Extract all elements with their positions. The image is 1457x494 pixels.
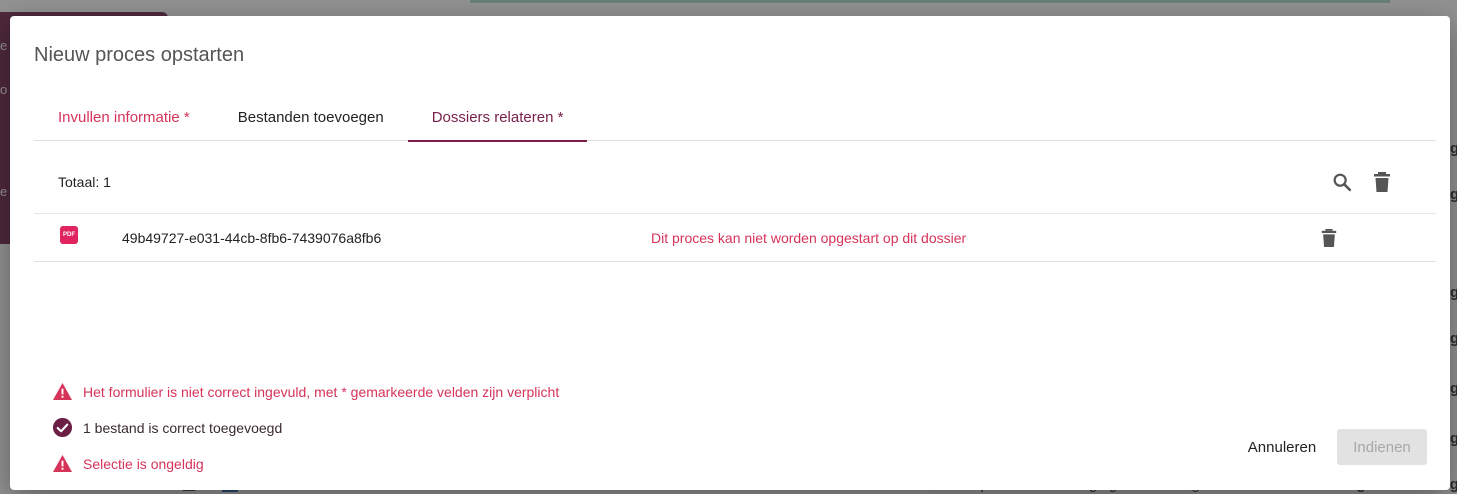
delete-all-button[interactable] <box>1368 168 1396 196</box>
warning-icon <box>53 454 72 473</box>
dossier-id: 49b49727-e031-44cb-8fb6-7439076a8fb6 <box>122 230 382 246</box>
table-row[interactable]: PDF 49b49727-e031-44cb-8fb6-7439076a8fb6… <box>34 214 1436 262</box>
pdf-file-icon: PDF <box>60 226 78 244</box>
check-circle-icon <box>52 417 73 438</box>
dossier-list-header: Totaal: 1 <box>34 142 1436 214</box>
new-process-dialog: Nieuw proces opstarten Invullen informat… <box>10 16 1450 490</box>
total-count: Totaal: 1 <box>58 174 111 190</box>
dossier-error-message: Dit proces kan niet worden opgestart op … <box>651 230 967 246</box>
status-file-added: 1 bestand is correct toegevoegd <box>52 417 282 438</box>
trash-icon <box>1321 229 1337 247</box>
warning-icon <box>53 382 72 401</box>
search-icon <box>1333 173 1352 192</box>
submit-button[interactable]: Indienen <box>1337 429 1427 465</box>
dialog-title: Nieuw proces opstarten <box>34 44 245 66</box>
tab-invullen-informatie[interactable]: Invullen informatie * <box>34 94 214 141</box>
status-selection-invalid: Selectie is ongeldig <box>52 454 204 473</box>
cancel-button[interactable]: Annuleren <box>1232 429 1332 465</box>
status-form-invalid: Het formulier is niet correct ingevuld, … <box>52 382 559 401</box>
tab-dossiers-relateren[interactable]: Dossiers relateren * <box>407 94 588 142</box>
search-button[interactable] <box>1328 168 1356 196</box>
trash-icon <box>1374 172 1390 192</box>
tab-bestanden-toevoegen[interactable]: Bestanden toevoegen <box>214 94 408 141</box>
dialog-tabs: Invullen informatie * Bestanden toevoege… <box>34 94 1436 142</box>
delete-row-button[interactable] <box>1315 224 1343 252</box>
status-text: Selectie is ongeldig <box>83 455 204 472</box>
status-text: 1 bestand is correct toegevoegd <box>83 419 283 436</box>
status-text: Het formulier is niet correct ingevuld, … <box>83 383 560 400</box>
